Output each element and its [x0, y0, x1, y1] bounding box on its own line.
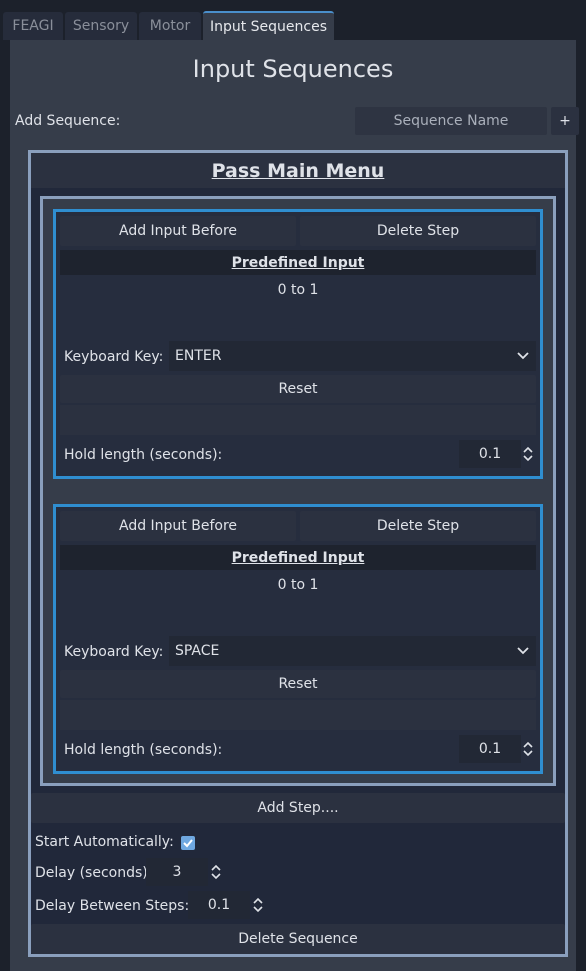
start-automatically-label: Start Automatically:	[35, 834, 174, 850]
step-card: Add Input Before Delete Step Predefined …	[53, 209, 543, 479]
spacer	[60, 700, 536, 730]
steps-container: Add Input Before Delete Step Predefined …	[40, 196, 556, 786]
add-input-before-button[interactable]: Add Input Before	[60, 511, 296, 541]
step-card: Add Input Before Delete Step Predefined …	[53, 504, 543, 774]
reset-button[interactable]: Reset	[60, 375, 536, 403]
add-sequence-label: Add Sequence:	[15, 113, 121, 129]
delete-step-button[interactable]: Delete Step	[300, 511, 536, 541]
spin-arrows-icon[interactable]	[522, 445, 534, 463]
delay-between-steps-label: Delay Between Steps:	[35, 898, 190, 914]
range-text: 0 to 1	[277, 577, 319, 593]
hold-length-input[interactable]: 0.1	[459, 440, 521, 468]
hold-length-label: Hold length (seconds):	[64, 742, 223, 758]
tab-sensory[interactable]: Sensory	[65, 12, 137, 40]
add-step-button[interactable]: Add Step....	[31, 793, 565, 823]
keyboard-key-label: Keyboard Key:	[64, 349, 164, 365]
hold-length-label: Hold length (seconds):	[64, 447, 223, 463]
keyboard-key-value: ENTER	[175, 348, 222, 364]
add-sequence-button[interactable]: +	[551, 107, 579, 135]
spin-arrows-icon[interactable]	[210, 863, 222, 881]
tab-input-sequences[interactable]: Input Sequences	[203, 11, 334, 40]
spacer	[60, 405, 536, 435]
start-automatically-checkbox[interactable]	[181, 836, 195, 850]
tab-feagi[interactable]: FEAGI	[3, 12, 63, 40]
spin-arrows-icon[interactable]	[252, 896, 264, 914]
delay-input[interactable]: 3	[146, 858, 208, 886]
hold-length-input[interactable]: 0.1	[459, 735, 521, 763]
tab-motor[interactable]: Motor	[139, 12, 201, 40]
tab-bar: FEAGI Sensory Motor Input Sequences	[0, 0, 586, 40]
page-title: Input Sequences	[192, 55, 394, 83]
chevron-down-icon	[517, 352, 529, 360]
reset-button[interactable]: Reset	[60, 670, 536, 698]
sequence-name-input[interactable]: Sequence Name	[355, 107, 547, 135]
sequence-panel: Pass Main Menu Add Input Before Delete S…	[28, 150, 568, 957]
keyboard-key-value: SPACE	[175, 643, 220, 659]
keyboard-key-dropdown[interactable]: ENTER	[169, 341, 536, 371]
delete-step-button[interactable]: Delete Step	[300, 216, 536, 246]
predefined-input-header: Predefined Input	[60, 250, 536, 275]
checkmark-icon	[183, 839, 193, 848]
spin-arrows-icon[interactable]	[522, 740, 534, 758]
delay-between-steps-input[interactable]: 0.1	[188, 891, 250, 919]
range-text: 0 to 1	[277, 282, 319, 298]
delay-label: Delay (seconds)	[35, 865, 148, 881]
predefined-input-header: Predefined Input	[60, 545, 536, 570]
keyboard-key-dropdown[interactable]: SPACE	[169, 636, 536, 666]
keyboard-key-label: Keyboard Key:	[64, 644, 164, 660]
add-input-before-button[interactable]: Add Input Before	[60, 216, 296, 246]
delete-sequence-button[interactable]: Delete Sequence	[31, 924, 565, 954]
chevron-down-icon	[517, 647, 529, 655]
sequence-title: Pass Main Menu	[31, 153, 565, 188]
